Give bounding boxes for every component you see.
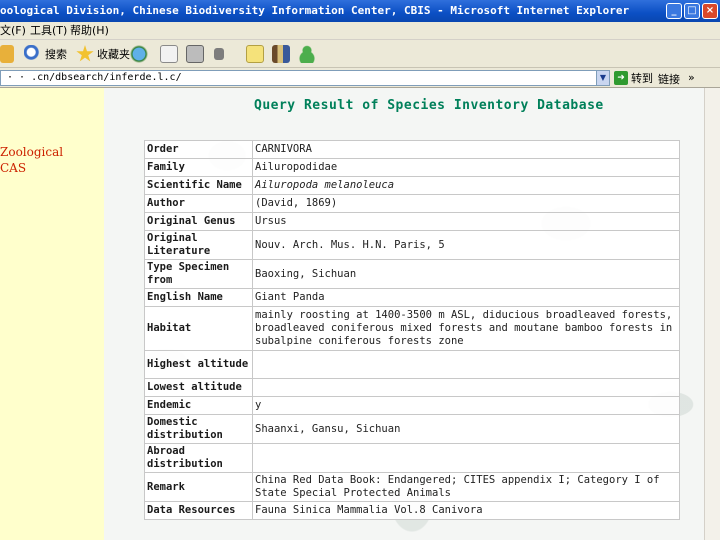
field-value: Ursus: [252, 212, 680, 231]
address-dropdown[interactable]: ▼: [596, 70, 610, 86]
field-label: Highest altitude: [144, 350, 253, 379]
print-button[interactable]: [186, 44, 204, 64]
field-label: Scientific Name: [144, 176, 253, 195]
institute-label: Zoological CAS: [0, 144, 63, 176]
window-title-bar: oological Division, Chinese Biodiversity…: [0, 0, 720, 22]
field-value: Baoxing, Sichuan: [252, 259, 680, 289]
chevron-right-icon[interactable]: »: [688, 71, 695, 84]
window-controls: _ □ ×: [666, 3, 718, 19]
menu-help[interactable]: 帮助(H): [70, 22, 109, 40]
table-row: Domestic distribution Shaanxi, Gansu, Sic…: [144, 414, 680, 444]
field-label: English Name: [144, 288, 253, 307]
address-bar: · · .cn/dbsearch/inferde.l.c/ ▼ ➜ 转到 链接 …: [0, 68, 720, 88]
media-icon: [130, 45, 148, 63]
maximize-button[interactable]: □: [684, 3, 700, 19]
star-icon: [76, 45, 94, 62]
menu-file[interactable]: 文(F): [0, 22, 26, 40]
field-value: Nouv. Arch. Mus. H.N. Paris, 5: [252, 230, 680, 260]
table-row: Order CARNIVORA: [144, 140, 680, 159]
toolbar: 搜索 收藏夹: [0, 40, 720, 68]
media-button[interactable]: [130, 44, 148, 64]
field-value: [252, 350, 680, 379]
search-button[interactable]: 搜索: [24, 44, 67, 64]
edit-button[interactable]: [214, 44, 224, 64]
field-value: Shaanxi, Gansu, Sichuan: [252, 414, 680, 444]
table-row: English Name Giant Panda: [144, 288, 680, 307]
note-icon: [246, 45, 264, 63]
search-icon: [24, 45, 42, 63]
home-button[interactable]: [0, 44, 14, 64]
field-value: [252, 378, 680, 397]
field-label: Order: [144, 140, 253, 159]
search-label: 搜索: [45, 48, 67, 61]
field-value: Fauna Sinica Mammalia Vol.8 Canivora: [252, 501, 680, 520]
field-label: Author: [144, 194, 253, 213]
field-label: Family: [144, 158, 253, 177]
field-label: Endemic: [144, 396, 253, 415]
field-label: Lowest altitude: [144, 378, 253, 397]
table-row: Abroad distribution: [144, 443, 680, 473]
home-icon: [0, 45, 14, 63]
field-label: Original Literature: [144, 230, 253, 260]
table-row: Endemic y: [144, 396, 680, 415]
field-value: Ailuropoda melanoleuca: [252, 176, 680, 195]
field-value: (David, 1869): [252, 194, 680, 213]
table-row: Habitat mainly roosting at 1400-3500 m AS…: [144, 306, 680, 351]
books-icon: [272, 45, 290, 63]
messenger-button[interactable]: [298, 44, 316, 64]
mail-icon: [160, 45, 178, 63]
table-row: Type Specimen from Baoxing, Sichuan: [144, 259, 680, 289]
go-button[interactable]: ➜ 转到: [614, 70, 653, 86]
table-row: Lowest altitude: [144, 378, 680, 397]
mail-button[interactable]: [160, 44, 178, 64]
field-label: Remark: [144, 472, 253, 502]
table-row: Original Genus Ursus: [144, 212, 680, 231]
page-title: Query Result of Species Inventory Databa…: [254, 98, 604, 113]
field-label: Abroad distribution: [144, 443, 253, 473]
links-label[interactable]: 链接: [658, 71, 680, 87]
messenger-icon: [298, 45, 316, 63]
address-input[interactable]: · · .cn/dbsearch/inferde.l.c/: [0, 70, 600, 86]
minimize-button[interactable]: _: [666, 3, 682, 19]
table-row: Remark China Red Data Book: Endangered; C…: [144, 472, 680, 502]
table-row: Scientific Name Ailuropoda melanoleuca: [144, 176, 680, 195]
go-arrow-icon: ➜: [614, 71, 628, 85]
table-row: Author (David, 1869): [144, 194, 680, 213]
menu-tools[interactable]: 工具(T): [30, 22, 67, 40]
field-value: Giant Panda: [252, 288, 680, 307]
page-content: Zoological CAS Query Result of Species I…: [0, 88, 720, 540]
favorites-label: 收藏夹: [97, 48, 130, 61]
field-label: Data Resources: [144, 501, 253, 520]
species-table: Order CARNIVORA Family Ailuropodidae Scienti…: [144, 140, 680, 520]
notes-button[interactable]: [246, 44, 264, 64]
institute-label-line1: Zoological: [0, 145, 64, 159]
table-row: Highest altitude: [144, 350, 680, 379]
field-label: Habitat: [144, 306, 253, 351]
menu-bar: 文(F) 工具(T) 帮助(H): [0, 22, 720, 40]
favorites-button[interactable]: 收藏夹: [76, 44, 130, 64]
research-button[interactable]: [272, 44, 290, 64]
field-value: mainly roosting at 1400-3500 m ASL, didu…: [252, 306, 680, 351]
edit-icon: [214, 48, 224, 60]
printer-icon: [186, 45, 204, 63]
table-row: Original Literature Nouv. Arch. Mus. H.N.…: [144, 230, 680, 260]
field-value: y: [252, 396, 680, 415]
vertical-scrollbar[interactable]: [704, 88, 720, 540]
institute-label-line2: CAS: [0, 161, 27, 175]
result-frame: Query Result of Species Inventory Databa…: [104, 88, 720, 540]
table-row: Family Ailuropodidae: [144, 158, 680, 177]
field-value: Ailuropodidae: [252, 158, 680, 177]
field-label: Original Genus: [144, 212, 253, 231]
field-value: [252, 443, 680, 473]
field-value: CARNIVORA: [252, 140, 680, 159]
field-label: Type Specimen from: [144, 259, 253, 289]
field-label: Domestic distribution: [144, 414, 253, 444]
field-value: China Red Data Book: Endangered; CITES a…: [252, 472, 680, 502]
table-row: Data Resources Fauna Sinica Mammalia Vol.…: [144, 501, 680, 520]
chevron-down-icon: ▼: [599, 73, 607, 82]
window-title: oological Division, Chinese Biodiversity…: [0, 4, 630, 17]
go-label: 转到: [631, 72, 653, 85]
close-button[interactable]: ×: [702, 3, 718, 19]
left-frame: Zoological CAS: [0, 88, 104, 540]
